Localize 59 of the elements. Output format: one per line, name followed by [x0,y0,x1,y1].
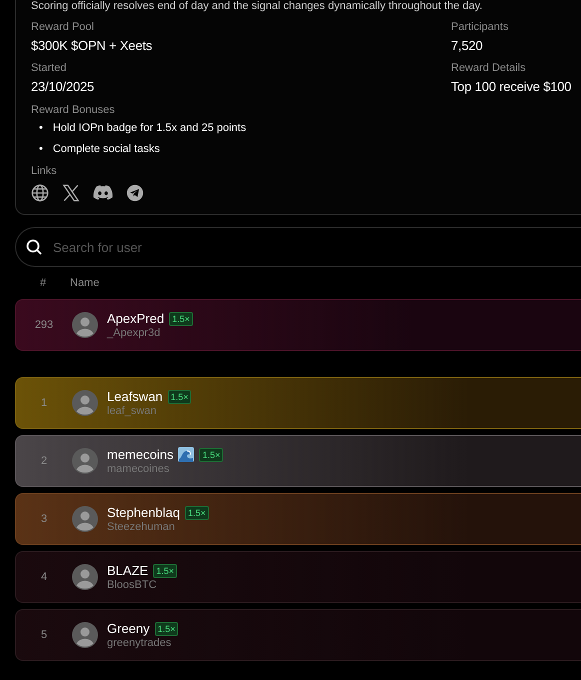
game-controller-icon[interactable] [93,185,113,201]
description-text: Scoring officially resolves end of day and the signal changes dynamically throughout the day. [31,0,484,13]
user-handle: _Apexpr3d [107,327,162,339]
search-field[interactable]: Search for user [15,227,581,267]
search-icon [26,239,42,255]
rank-number: 3 [40,513,48,525]
bullet: • [39,121,43,135]
user-handle: greenytrades [107,637,172,649]
rank-number: 2 [40,455,48,467]
rank-number: 4 [40,571,48,583]
user-name: memecoins [107,447,174,462]
paper-plane-icon[interactable] [126,184,144,202]
column-header: # [39,277,48,289]
avatar-icon [72,564,98,590]
avatar-icon [72,312,98,338]
field-label: Reward Details [451,62,527,74]
rank-number: 1 [40,397,48,409]
rank-number: 5 [40,629,48,641]
multiplier-badge: 1.5× [154,622,178,636]
rank-number: 293 [34,319,54,331]
multiplier-badge: 1.5× [168,390,192,404]
leaderboard-row[interactable]: 4 BLAZE 1.5× BloosBTC [15,551,581,603]
section-label: Reward Bonuses [31,104,116,116]
field-label: Reward Pool [31,21,95,33]
leaderboard-row[interactable]: 293 ApexPred 1.5× _Apexpr3d [15,299,581,351]
field-value: 23/10/2025 [31,79,96,94]
bullet: • [39,142,43,156]
field-label: Participants [451,21,510,33]
field-value: 7,520 [451,38,484,53]
leaderboard-row[interactable]: 2 memecoins 1.5× mamecoines [15,435,581,487]
user-name: ApexPred [107,311,164,326]
user-handle: Steezehuman [107,521,176,533]
leaderboard-row[interactable]: 3 Stephenblaq 1.5× Steezehuman [15,493,581,545]
globe-icon[interactable] [31,184,49,202]
multiplier-badge: 1.5× [153,564,177,578]
avatar-icon [72,448,98,474]
leaderboard-row[interactable]: 1 Leafswan 1.5× leaf_swan [15,377,581,429]
bonus-item: Hold IOPn badge for 1.5x and 25 points [52,121,246,135]
multiplier-badge: 1.5× [169,312,193,326]
user-handle: BloosBTC [107,579,158,591]
user-handle: mamecoines [107,463,170,475]
avatar-icon [72,622,98,648]
x-logo-icon[interactable] [62,184,80,202]
user-name: Stephenblaq [107,505,180,520]
field-value: $300K $OPN + Xeets [31,38,154,53]
column-header: Name [70,277,100,289]
user-name: Leafswan [107,389,163,404]
multiplier-badge: 1.5× [199,448,224,462]
user-handle: leaf_swan [107,405,158,417]
avatar-icon [72,506,98,532]
section-label: Links [31,165,58,177]
leaderboard-row[interactable]: 5 Greeny 1.5× greenytrades [15,609,581,661]
multiplier-badge: 1.5× [185,506,209,520]
user-name: BLAZE [107,563,148,578]
field-label: Started [31,62,68,74]
bonus-item: Complete social tasks [52,142,160,156]
user-name: Greeny [107,621,150,636]
avatar-icon [72,390,98,416]
field-value: Top 100 receive $100 [451,79,572,94]
